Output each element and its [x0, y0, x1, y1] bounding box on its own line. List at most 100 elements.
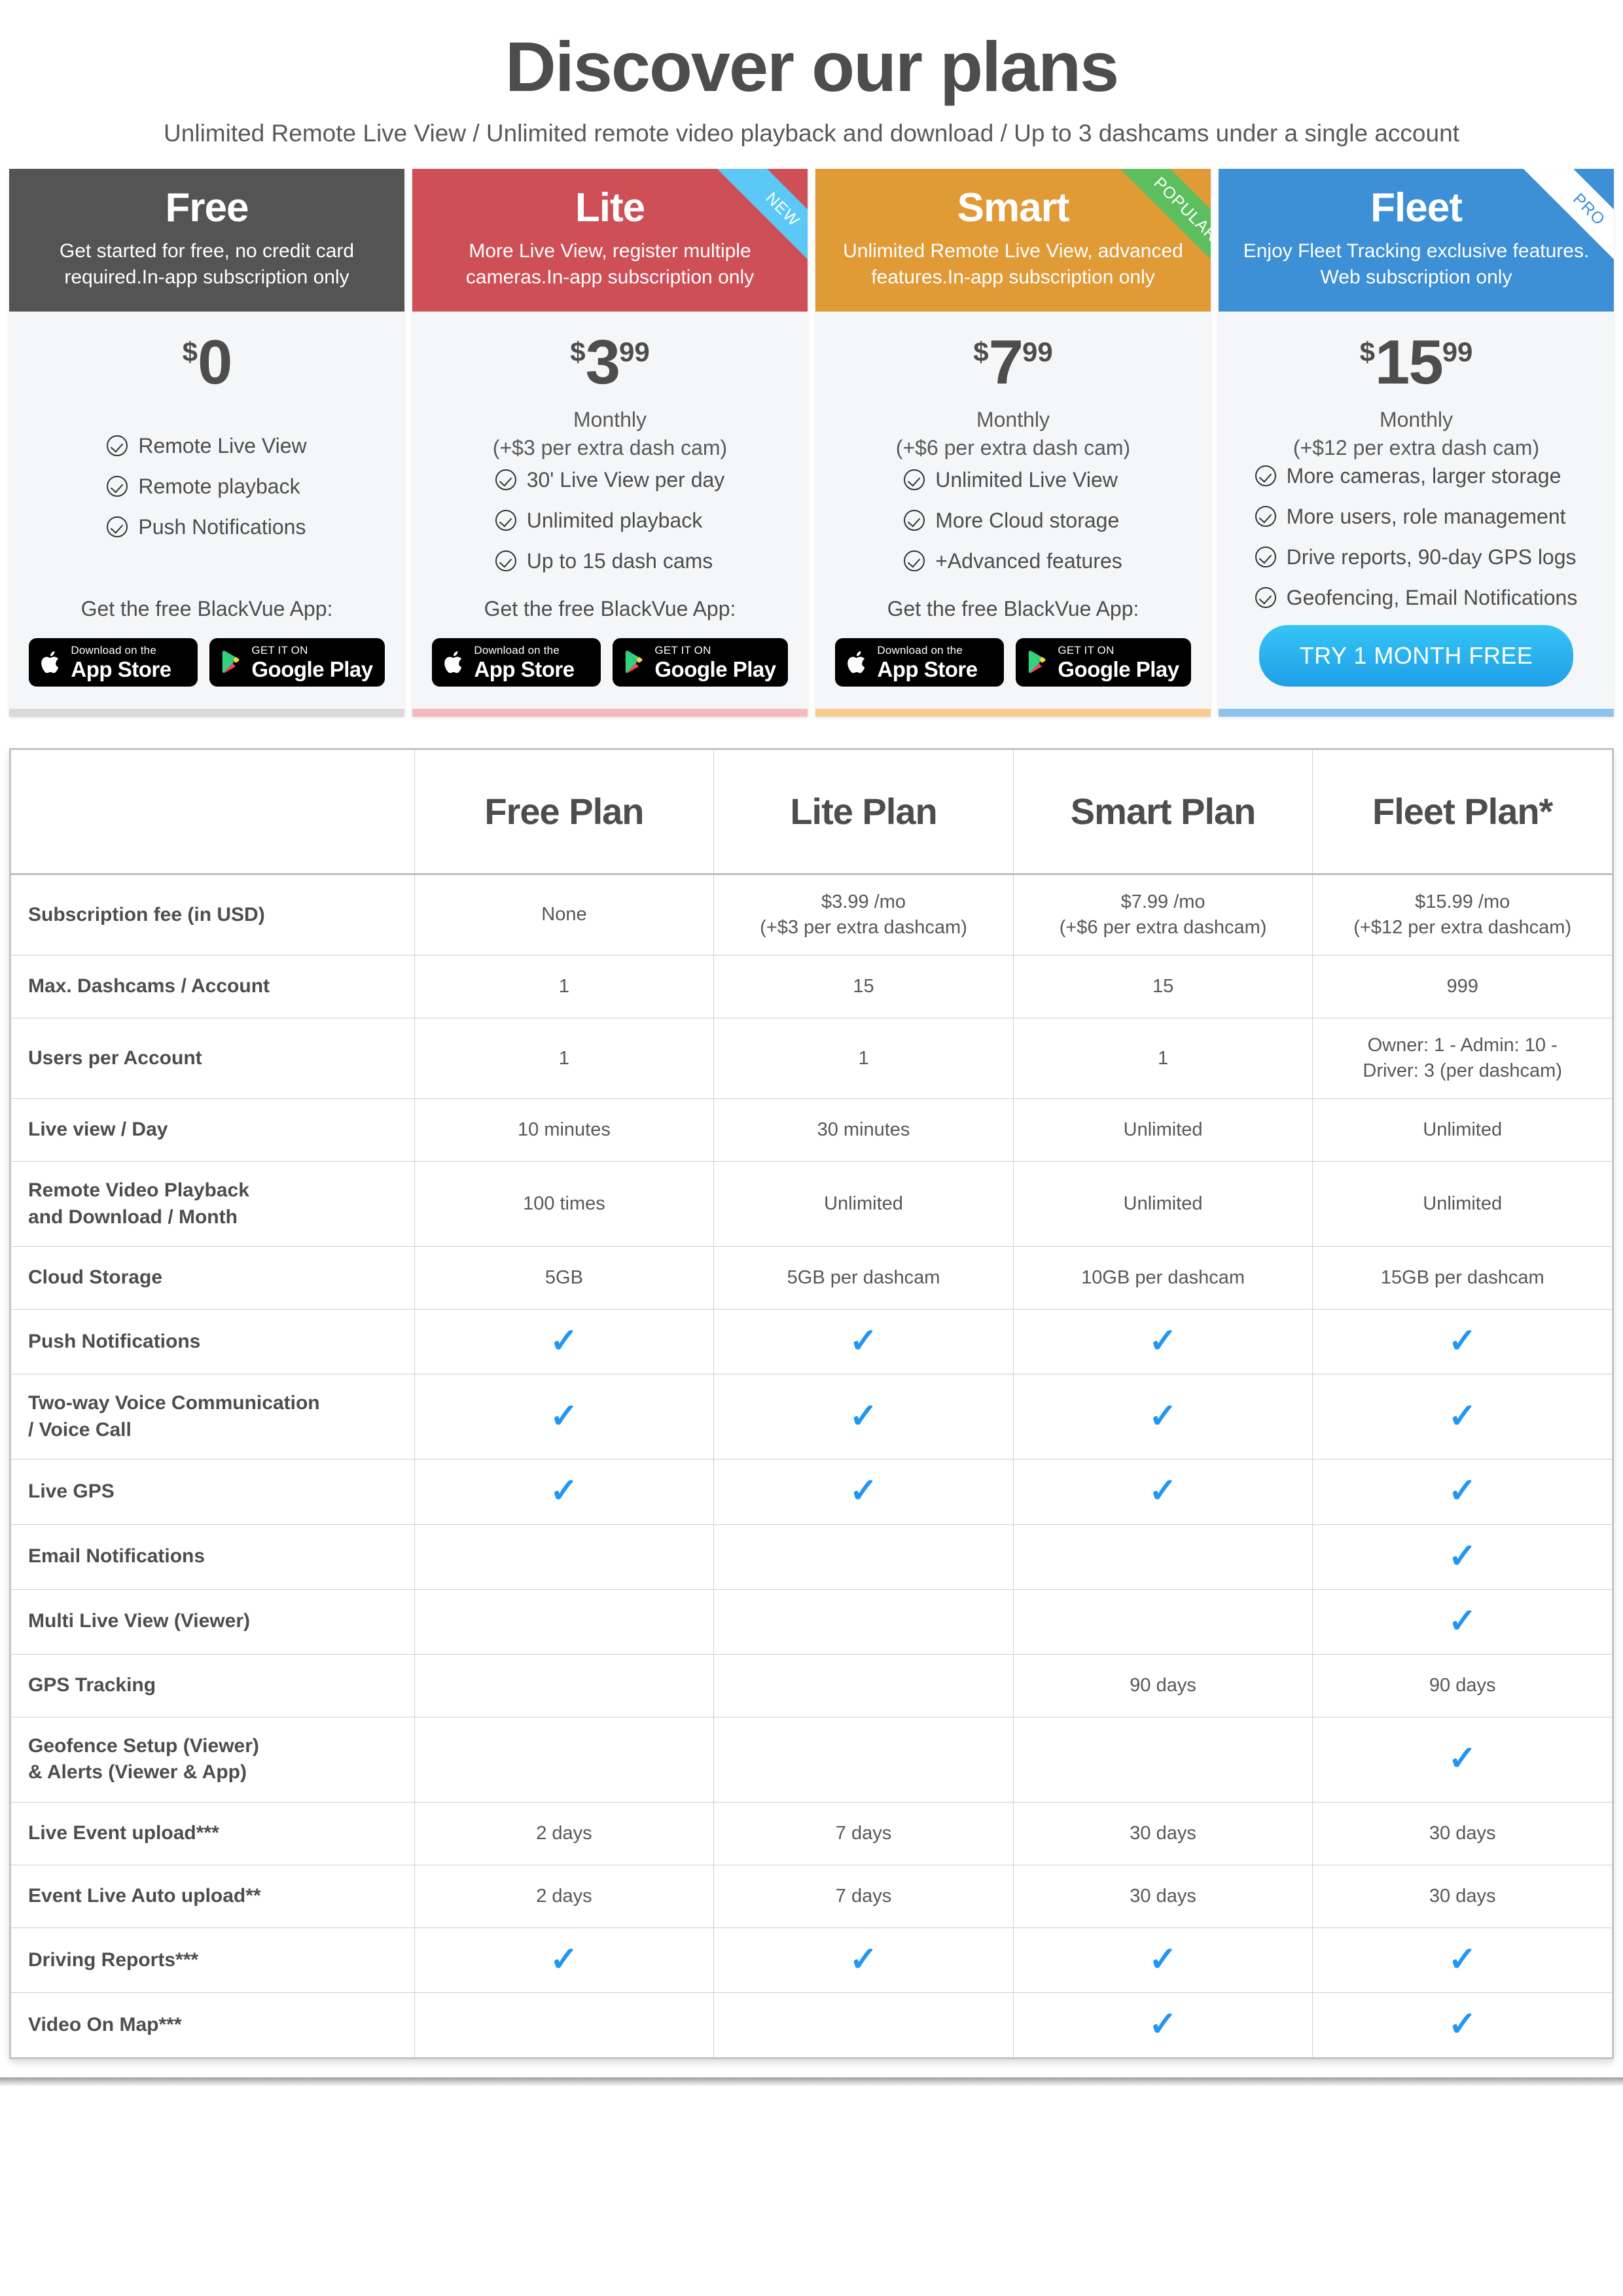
- check-icon: ✓: [1149, 1472, 1177, 1511]
- table-cell: 1: [414, 954, 715, 1018]
- plan-comparison-table-wrap: Free Plan Lite Plan Smart Plan Fleet Plan* …: [9, 747, 1614, 2060]
- table-row-label: Live view / Day: [10, 1098, 415, 1162]
- plan-price-note: Monthly (+$12 per extra dash cam): [1293, 408, 1540, 460]
- table-cell: [713, 1992, 1014, 2058]
- check-icon: ✓: [1149, 2005, 1177, 2043]
- table-head: Free Plan Lite Plan Smart Plan Fleet Plan*: [10, 749, 1613, 875]
- table-row: Geofence Setup (Viewer) & Alerts (Viewer …: [10, 1716, 1613, 1803]
- table-row-label: Subscription fee (in USD): [10, 873, 415, 956]
- pricing-card-header-free: Free Get started for free, no credit card…: [9, 169, 404, 312]
- table-row-label: Live Event upload***: [10, 1801, 415, 1865]
- table-row-label: Video On Map***: [10, 1992, 415, 2058]
- table-cell: 2 days: [414, 1864, 715, 1928]
- plan-feature-list: Remote Live View Remote playback Push Noti…: [107, 433, 307, 554]
- table-row: Max. Dashcams / Account 1 15 15 999: [10, 954, 1613, 1018]
- pricing-card-header-smart: Smart Unlimited Remote Live View, advance…: [815, 169, 1211, 312]
- table-cell: [414, 1653, 715, 1717]
- app-store-badge-text: Download on the App Store: [474, 643, 575, 680]
- plan-feature-item: Up to 15 dash cams: [495, 548, 725, 574]
- check-icon: ✓: [1448, 1940, 1477, 1979]
- app-store-badge-small: Download on the: [71, 643, 156, 656]
- table-row: GPS Tracking 90 days 90 days: [10, 1653, 1613, 1717]
- check-circle-icon: [1255, 586, 1276, 608]
- table-cell: Unlimited: [1312, 1161, 1613, 1247]
- table-row-label: Geofence Setup (Viewer) & Alerts (Viewer …: [10, 1716, 415, 1803]
- table-cell: [1012, 1716, 1313, 1803]
- app-store-badge[interactable]: Download on the App Store: [29, 637, 198, 687]
- table-row-label: Users per Account: [10, 1017, 415, 1100]
- plan-feature-item: Push Notifications: [107, 514, 306, 540]
- app-store-badge-big: App Store: [71, 656, 171, 681]
- plan-feature-item: Remote Live View: [107, 433, 307, 459]
- table-cell: ✓: [1312, 1992, 1613, 2058]
- price-cents: 99: [1022, 336, 1053, 368]
- check-icon: ✓: [849, 1397, 878, 1435]
- check-circle-icon: [1255, 465, 1276, 486]
- table-cell: 999: [1312, 954, 1613, 1018]
- check-icon: ✓: [1149, 1322, 1177, 1361]
- plan-price-note: Monthly (+$3 per extra dash cam): [492, 408, 728, 460]
- check-circle-icon: [107, 516, 128, 537]
- check-circle-icon: [1255, 505, 1276, 527]
- table-cell: [713, 1588, 1014, 1655]
- plan-feature-label: Geofencing, Email Notifications: [1286, 585, 1578, 609]
- app-store-badge[interactable]: Download on the App Store: [835, 637, 1005, 687]
- pricing-cards-row: Free Get started for free, no credit card…: [0, 169, 1623, 717]
- check-circle-icon: [904, 510, 925, 531]
- table-row-label: Two-way Voice Communication / Voice Call: [10, 1374, 415, 1460]
- table-cell: ✓: [1312, 1588, 1613, 1655]
- plan-feature-list: 30' Live View per day Unlimited playback U…: [495, 467, 725, 588]
- table-cell: 7 days: [713, 1864, 1014, 1928]
- table-cell: ✓: [1312, 1716, 1613, 1803]
- table-cell: ✓: [1012, 1374, 1313, 1460]
- google-play-badge[interactable]: GET IT ON Google Play: [1016, 637, 1191, 687]
- price-cents: 99: [1442, 336, 1473, 368]
- plan-feature-label: Remote Live View: [138, 433, 307, 457]
- google-play-badge[interactable]: GET IT ON Google Play: [209, 637, 385, 687]
- price-cents: 99: [619, 336, 650, 368]
- page-header: Discover our plans Unlimited Remote Live…: [0, 0, 1623, 149]
- app-store-badge-small: Download on the: [474, 643, 560, 656]
- plan-feature-item: +Advanced features: [904, 548, 1122, 574]
- table-cell: [414, 1524, 715, 1590]
- plan-feature-item: More users, role management: [1255, 503, 1578, 529]
- pricing-card-body-fleet: $1599 Monthly (+$12 per extra dash cam) Mor…: [1219, 312, 1614, 708]
- check-icon: ✓: [849, 1940, 878, 1979]
- plan-description: More Live View, register multiple camera…: [465, 240, 755, 289]
- table-col-header: Free Plan: [414, 749, 715, 875]
- table-cell: ✓: [1012, 1927, 1313, 1993]
- app-download-prompt: Get the free BlackVue App:: [887, 596, 1139, 620]
- table-row: Live view / Day 10 minutes 30 minutes Unlim…: [10, 1098, 1613, 1162]
- google-play-logo-icon: [1027, 650, 1050, 675]
- table-cell: ✓: [414, 1374, 715, 1460]
- table-cell: [713, 1524, 1014, 1590]
- table-cell: ✓: [1312, 1927, 1613, 1993]
- table-header-row: Free Plan Lite Plan Smart Plan Fleet Plan*: [10, 749, 1613, 875]
- price-currency: $: [570, 336, 586, 368]
- google-play-badge[interactable]: GET IT ON Google Play: [613, 637, 788, 687]
- table-cell: [414, 1588, 715, 1655]
- table-cell: 15: [1012, 954, 1313, 1018]
- table-row-label: Driving Reports***: [10, 1927, 415, 1993]
- app-store-badge-small: Download on the: [877, 643, 963, 656]
- plan-feature-label: 30' Live View per day: [526, 468, 725, 492]
- table-row-label: Email Notifications: [10, 1524, 415, 1590]
- table-cell: 15GB per dashcam: [1312, 1246, 1613, 1310]
- app-download-prompt: Get the free BlackVue App:: [484, 596, 736, 620]
- plan-feature-label: More users, role management: [1286, 504, 1566, 528]
- plan-price: $0: [24, 331, 390, 394]
- pricing-card-body-lite: $399 Monthly (+$3 per extra dash cam) 30' L…: [412, 312, 808, 708]
- table-body: Subscription fee (in USD) None $3.99 /mo (+…: [10, 873, 1613, 2058]
- plan-feature-label: Drive reports, 90-day GPS logs: [1286, 545, 1577, 569]
- table-row: Email Notifications ✓: [10, 1524, 1613, 1590]
- app-store-badge[interactable]: Download on the App Store: [432, 637, 601, 687]
- google-play-badge-text: GET IT ON Google Play: [654, 645, 776, 680]
- check-icon: ✓: [550, 1472, 579, 1511]
- plan-description: Enjoy Fleet Tracking exclusive features.…: [1243, 240, 1590, 289]
- google-play-logo-icon: [624, 650, 647, 675]
- price-amount: 0: [197, 327, 232, 398]
- try-free-button[interactable]: TRY 1 MONTH FREE: [1259, 624, 1573, 687]
